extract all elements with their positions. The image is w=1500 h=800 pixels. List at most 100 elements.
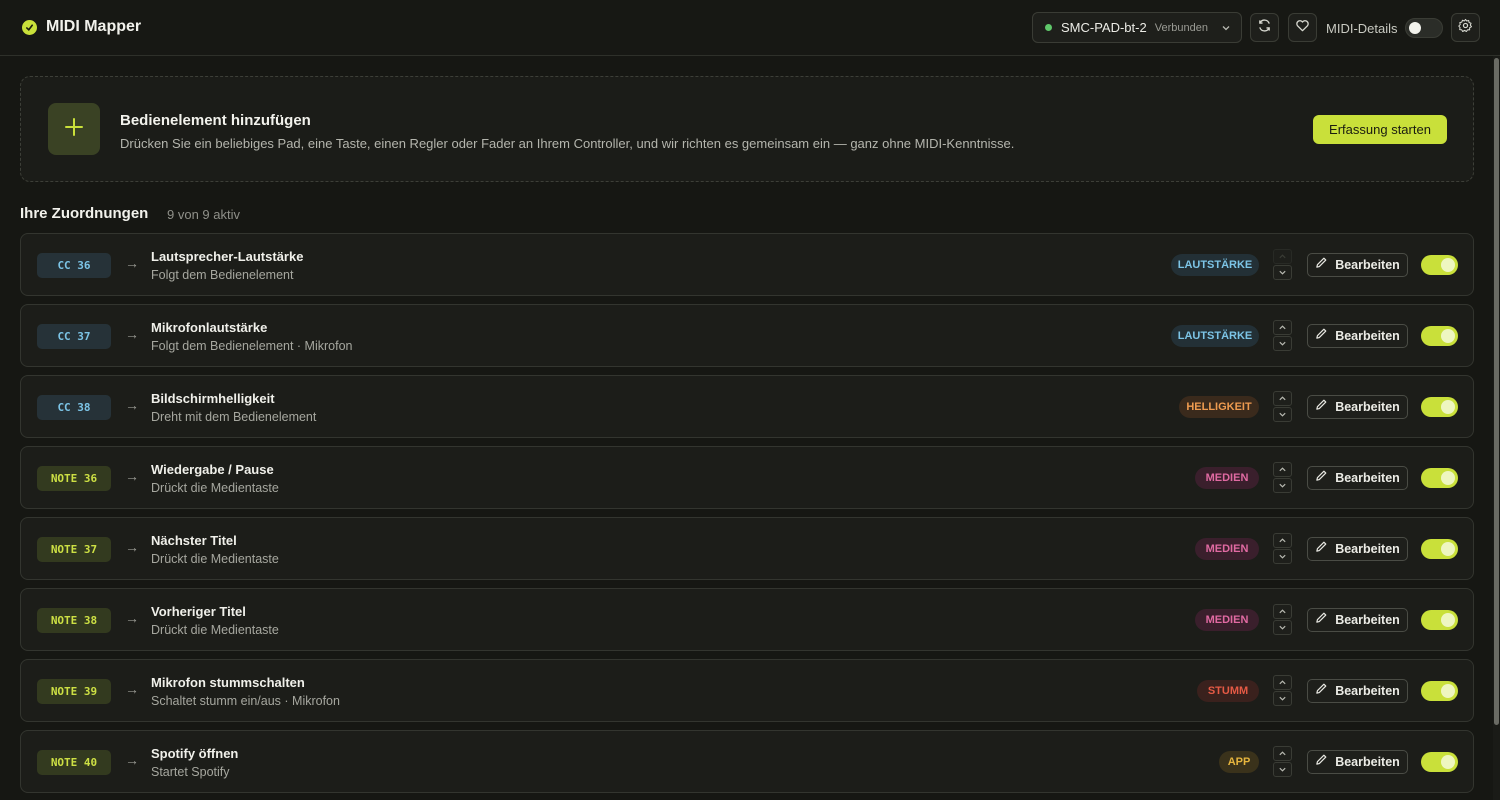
chevron-down-icon (1278, 761, 1287, 779)
refresh-icon (1257, 18, 1272, 38)
mapping-subtitle: Startet Spotify (151, 765, 230, 779)
move-down-button[interactable] (1273, 762, 1292, 777)
midi-code-badge: CC 37 (37, 324, 111, 349)
move-down-button[interactable] (1273, 478, 1292, 493)
midi-code-badge: CC 36 (37, 253, 111, 278)
device-selector[interactable]: SMC-PAD-bt-2 Verbunden (1032, 12, 1242, 43)
add-control-button[interactable] (48, 103, 100, 155)
move-down-button[interactable] (1273, 265, 1292, 280)
mapping-row: CC 38 → Bildschirmhelligkeit Dreht mit dem … (20, 375, 1474, 438)
edit-button[interactable]: Bearbeiten (1307, 395, 1408, 419)
move-down-button[interactable] (1273, 407, 1292, 422)
scrollbar-thumb[interactable] (1494, 58, 1499, 725)
reorder-controls (1273, 249, 1293, 281)
edit-button-label: Bearbeiten (1335, 258, 1400, 272)
mapping-row: CC 36 → Lautsprecher-Lautstärke Folgt dem B… (20, 233, 1474, 296)
reorder-controls (1273, 604, 1293, 636)
category-badge: STUMM (1197, 680, 1259, 702)
move-down-button[interactable] (1273, 549, 1292, 564)
edit-button[interactable]: Bearbeiten (1307, 253, 1408, 277)
edit-button[interactable]: Bearbeiten (1307, 608, 1408, 632)
mapping-enabled-toggle[interactable] (1421, 397, 1458, 417)
mapping-row: NOTE 36 → Wiedergabe / Pause Drückt die Med… (20, 446, 1474, 509)
refresh-button[interactable] (1250, 13, 1279, 42)
edit-button-label: Bearbeiten (1335, 471, 1400, 485)
midi-code-badge: NOTE 39 (37, 679, 111, 704)
heart-icon (1295, 18, 1310, 38)
category-badge: LAUTSTÄRKE (1171, 325, 1259, 347)
arrow-right-icon: → (125, 610, 139, 626)
category-badge: MEDIEN (1195, 467, 1259, 489)
edit-button-label: Bearbeiten (1335, 542, 1400, 556)
pencil-icon (1315, 611, 1328, 629)
move-up-button[interactable] (1273, 391, 1292, 406)
chevron-down-icon (1278, 335, 1287, 353)
mapping-title: Spotify öffnen (151, 746, 239, 761)
move-up-button[interactable] (1273, 320, 1292, 335)
mapping-enabled-toggle[interactable] (1421, 539, 1458, 559)
top-bar: MIDI Mapper SMC-PAD-bt-2 Verbunden MIDI-… (0, 0, 1500, 56)
edit-button[interactable]: Bearbeiten (1307, 679, 1408, 703)
edit-button[interactable]: Bearbeiten (1307, 537, 1408, 561)
mapping-enabled-toggle[interactable] (1421, 326, 1458, 346)
midi-code-badge: NOTE 36 (37, 466, 111, 491)
edit-button-label: Bearbeiten (1335, 684, 1400, 698)
chevron-down-icon (1278, 477, 1287, 495)
move-up-button[interactable] (1273, 746, 1292, 761)
chevron-down-icon (1278, 548, 1287, 566)
mapping-title: Wiedergabe / Pause (151, 462, 274, 477)
mapping-enabled-toggle[interactable] (1421, 255, 1458, 275)
midi-code-badge: NOTE 38 (37, 608, 111, 633)
mappings-count: 9 von 9 aktiv (167, 207, 240, 222)
favorite-button[interactable] (1288, 13, 1317, 42)
mapping-title: Mikrofon stummschalten (151, 675, 305, 690)
mapping-row: NOTE 38 → Vorheriger Titel Drückt die Medie… (20, 588, 1474, 651)
mapping-subtitle: Drückt die Medientaste (151, 481, 279, 495)
arrow-right-icon: → (125, 255, 139, 271)
move-up-button[interactable] (1273, 462, 1292, 477)
connection-status-dot (1045, 24, 1052, 31)
chevron-down-icon (1278, 264, 1287, 282)
arrow-right-icon: → (125, 468, 139, 484)
mapping-subtitle: Schaltet stumm ein/aus · Mikrofon (151, 694, 340, 708)
reorder-controls (1273, 320, 1293, 352)
mapping-title: Bildschirmhelligkeit (151, 391, 275, 406)
reorder-controls (1273, 746, 1293, 778)
pencil-icon (1315, 398, 1328, 416)
category-badge: HELLIGKEIT (1179, 396, 1259, 418)
settings-button[interactable] (1451, 13, 1480, 42)
arrow-right-icon: → (125, 539, 139, 555)
mapping-enabled-toggle[interactable] (1421, 468, 1458, 488)
mapping-title: Vorheriger Titel (151, 604, 246, 619)
move-up-button[interactable] (1273, 675, 1292, 690)
mapping-enabled-toggle[interactable] (1421, 752, 1458, 772)
move-down-button[interactable] (1273, 620, 1292, 635)
mapping-enabled-toggle[interactable] (1421, 681, 1458, 701)
mapping-title: Mikrofonlautstärke (151, 320, 268, 335)
mapping-subtitle: Folgt dem Bedienelement (151, 268, 294, 282)
device-status: Verbunden (1154, 21, 1208, 34)
edit-button[interactable]: Bearbeiten (1307, 324, 1408, 348)
category-badge: MEDIEN (1195, 609, 1259, 631)
mapping-row: NOTE 37 → Nächster Titel Drückt die Medient… (20, 517, 1474, 580)
midi-details-toggle[interactable] (1405, 18, 1443, 38)
chevron-down-icon (1278, 406, 1287, 424)
edit-button[interactable]: Bearbeiten (1307, 466, 1408, 490)
midi-code-badge: NOTE 40 (37, 750, 111, 775)
mapping-enabled-toggle[interactable] (1421, 610, 1458, 630)
chevron-down-icon (1278, 619, 1287, 637)
mapping-subtitle: Drückt die Medientaste (151, 552, 279, 566)
move-down-button[interactable] (1273, 691, 1292, 706)
edit-button[interactable]: Bearbeiten (1307, 750, 1408, 774)
move-up-button[interactable] (1273, 533, 1292, 548)
gear-icon (1458, 18, 1473, 38)
edit-button-label: Bearbeiten (1335, 400, 1400, 414)
move-up-button[interactable] (1273, 249, 1292, 264)
pencil-icon (1315, 256, 1328, 274)
arrow-right-icon: → (125, 752, 139, 768)
move-down-button[interactable] (1273, 336, 1292, 351)
midi-details-label: MIDI-Details (1326, 21, 1398, 36)
start-capture-button[interactable]: Erfassung starten (1313, 115, 1447, 144)
move-up-button[interactable] (1273, 604, 1292, 619)
chevron-down-icon (1278, 690, 1287, 708)
